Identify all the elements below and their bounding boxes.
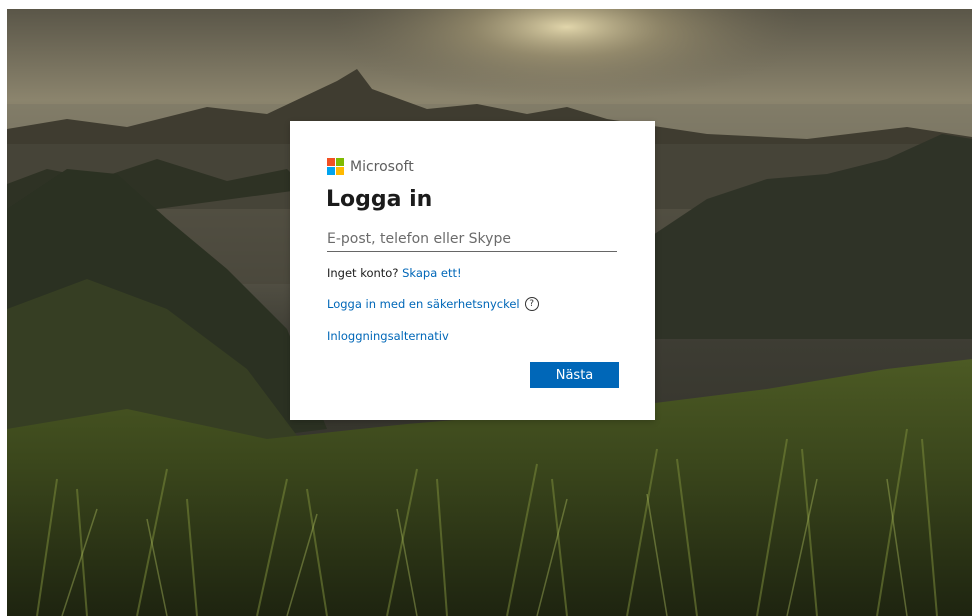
logo-square-yellow <box>336 167 344 175</box>
logo-square-green <box>336 158 344 166</box>
security-key-link[interactable]: Logga in med en säkerhetsnyckel <box>327 297 520 311</box>
microsoft-logo-icon <box>327 158 344 175</box>
help-circle-icon[interactable]: ? <box>524 297 539 311</box>
signin-options-link[interactable]: Inloggningsalternativ <box>327 329 449 343</box>
no-account-text: Inget konto? <box>327 266 399 280</box>
security-key-row: Logga in med en säkerhetsnyckel ? <box>327 297 539 311</box>
no-account-row: Inget konto? Skapa ett! <box>327 266 462 280</box>
brand-name: Microsoft <box>350 158 414 175</box>
signin-options-row: Inloggningsalternativ <box>327 329 449 343</box>
create-account-link[interactable]: Skapa ett! <box>402 266 462 280</box>
microsoft-brand: Microsoft <box>327 158 414 175</box>
logo-square-red <box>327 158 335 166</box>
signin-card: Microsoft Logga in Inget konto? Skapa et… <box>290 121 655 420</box>
page-title: Logga in <box>326 187 433 212</box>
email-field[interactable] <box>327 227 617 252</box>
logo-square-blue <box>327 167 335 175</box>
next-button[interactable]: Nästa <box>530 362 619 388</box>
